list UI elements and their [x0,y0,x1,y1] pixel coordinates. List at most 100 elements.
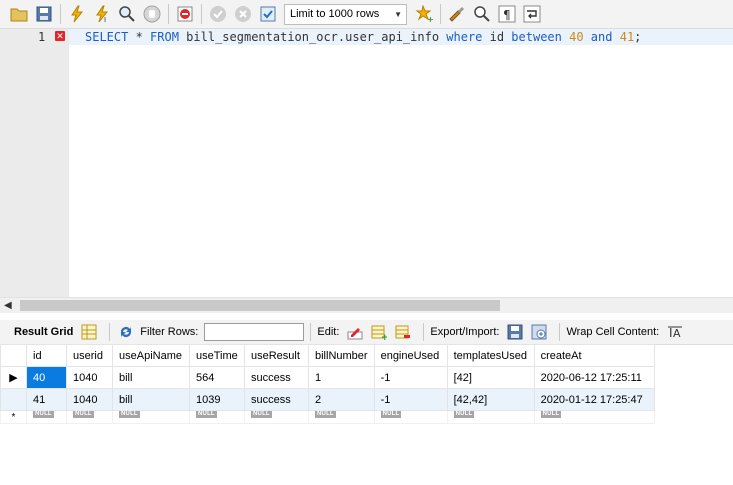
table-cell[interactable]: bill [112,366,190,389]
chevron-down-icon: ▼ [394,9,402,19]
toolbar-separator [201,4,202,24]
refresh-arrows-icon[interactable] [116,322,136,342]
sql-editor[interactable]: 1 ✕ SELECT * FROM bill_segmentation_ocr.… [0,29,733,297]
invisible-chars-pilcrow-icon[interactable]: ¶ [496,3,518,25]
table-cell[interactable]: 41 [26,388,67,411]
table-cell[interactable]: 2020-01-12 17:25:47 [533,388,655,411]
autocommit-toggle-icon[interactable] [257,3,279,25]
delete-row-icon[interactable] [393,322,413,342]
filter-rows-label: Filter Rows: [140,326,199,338]
wrap-cell-toggle-icon[interactable]: IA [665,322,685,342]
new-row-marker: * [0,410,27,424]
line-number: 1 [38,30,46,44]
current-row-indicator-icon[interactable]: ▶ [0,366,27,389]
table-cell[interactable]: bill [112,388,190,411]
column-header-templatesused[interactable]: templatesUsed [446,344,535,367]
null-cell[interactable]: NULL [66,410,113,424]
keyword-select: SELECT [85,30,129,44]
svg-text:I: I [669,326,673,340]
column-header-billnumber[interactable]: billNumber [308,344,375,367]
editor-toolbar: I Limit to 1000 rows ▼ + ¶ [0,0,733,29]
table-row[interactable]: ▶ 40 1040 bill 564 success 1 -1 [42] 202… [0,366,655,389]
null-cell[interactable]: NULL [446,410,535,424]
table-cell[interactable]: success [244,388,309,411]
column-header-id[interactable]: id [26,344,67,367]
table-cell[interactable]: success [244,366,309,389]
execute-current-lightning-icon[interactable]: I [91,3,113,25]
grid-view-icon[interactable] [79,322,99,342]
beautify-brush-icon[interactable] [446,3,468,25]
scrollbar-thumb[interactable] [20,300,500,311]
toolbar-separator [310,323,312,341]
column-header-userid[interactable]: userid [66,344,113,367]
open-folder-icon[interactable] [8,3,30,25]
new-row[interactable]: * NULL NULL NULL NULL NULL NULL NULL NUL… [0,410,655,424]
null-cell[interactable]: NULL [533,410,655,424]
null-cell[interactable]: NULL [26,410,67,424]
add-row-icon[interactable]: + [369,322,389,342]
table-cell[interactable]: 1040 [66,366,113,389]
result-grid-tab[interactable]: Result Grid [14,326,73,338]
table-row[interactable]: 41 1040 bill 1039 success 2 -1 [42,42] 2… [0,388,655,411]
find-magnifier-icon[interactable] [471,3,493,25]
query-semicolon: ; [634,30,642,44]
edit-label: Edit: [317,326,340,338]
null-cell[interactable]: NULL [244,410,309,424]
editor-horizontal-scrollbar[interactable]: ◀ [0,297,733,313]
column-header-usetime[interactable]: useTime [189,344,245,367]
null-cell[interactable]: NULL [112,410,190,424]
table-cell[interactable]: 2020-06-12 17:25:11 [533,366,655,389]
table-cell[interactable]: -1 [373,388,448,411]
filter-rows-input[interactable] [204,323,305,341]
table-cell[interactable]: 1039 [189,388,245,411]
wrap-cell-content-label: Wrap Cell Content: [566,326,660,338]
error-marker-icon[interactable]: ✕ [55,31,65,41]
query-number-high: 41 [619,30,635,44]
stop-on-error-icon[interactable] [174,3,196,25]
import-icon[interactable] [529,322,549,342]
query-space [612,30,619,44]
keyword-and: and [590,30,613,44]
null-cell[interactable]: NULL [373,410,448,424]
table-cell[interactable]: [42] [446,366,535,389]
export-icon[interactable] [505,322,525,342]
table-cell[interactable]: 1 [308,366,375,389]
column-header-engineused[interactable]: engineUsed [373,344,448,367]
null-badge: NULL [119,411,140,418]
null-badge: NULL [33,411,54,418]
add-snippet-star-icon[interactable]: + [413,3,435,25]
svg-text:I: I [104,16,106,23]
null-cell[interactable]: NULL [308,410,375,424]
stop-hand-icon[interactable] [141,3,163,25]
null-cell[interactable]: NULL [189,410,245,424]
edit-row-pencil-icon[interactable] [345,322,365,342]
column-header-useresult[interactable]: useResult [244,344,309,367]
execute-lightning-icon[interactable] [66,3,88,25]
toolbar-separator [60,4,61,24]
column-header-createat[interactable]: createAt [533,344,655,367]
word-wrap-icon[interactable] [521,3,543,25]
null-badge: NULL [73,411,94,418]
column-header-useapiname[interactable]: useApiName [112,344,190,367]
commit-check-icon[interactable] [207,3,229,25]
table-cell[interactable]: 564 [189,366,245,389]
table-cell[interactable]: [42,42] [446,388,535,411]
svg-text:+: + [427,15,433,23]
scroll-left-arrow-icon[interactable]: ◀ [4,300,12,311]
query-column: id [482,30,512,44]
keyword-from: FROM [150,30,179,44]
table-cell[interactable]: 2 [308,388,375,411]
rollback-x-icon[interactable] [232,3,254,25]
table-cell[interactable]: -1 [373,366,448,389]
table-cell[interactable]: 1040 [66,388,113,411]
limit-rows-select[interactable]: Limit to 1000 rows ▼ [284,3,407,25]
null-badge: NULL [251,411,272,418]
save-icon[interactable] [33,3,55,25]
explain-magnifier-icon[interactable] [116,3,138,25]
sql-query-line[interactable]: SELECT * FROM bill_segmentation_ocr.user… [85,29,641,45]
query-number-low: 40 [569,30,584,44]
toolbar-separator [440,4,441,24]
row-header[interactable] [0,388,27,411]
new-row-star: * [11,412,16,423]
table-cell[interactable]: 40 [26,366,67,389]
